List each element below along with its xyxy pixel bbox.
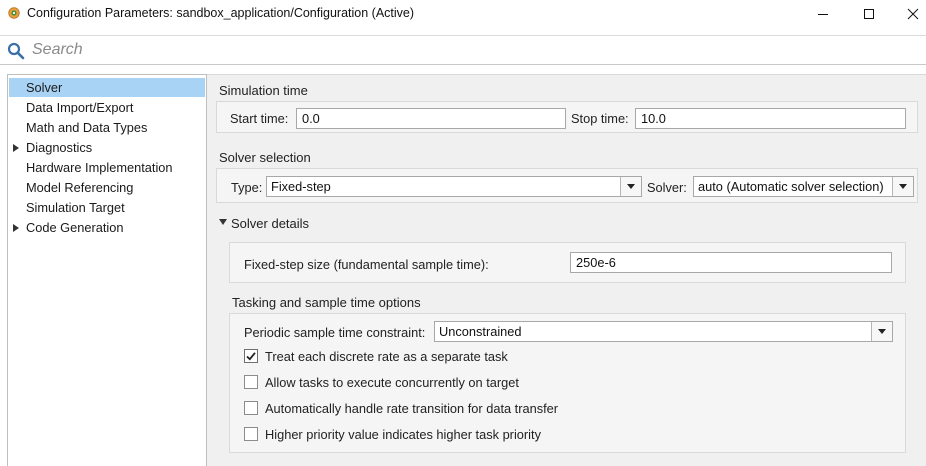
collapse-arrow-icon[interactable] — [219, 219, 227, 225]
tree-item-label: Solver — [26, 80, 63, 95]
rate-transition-checkbox[interactable] — [244, 401, 258, 415]
checkbox-label: Allow tasks to execute concurrently on t… — [265, 375, 519, 390]
tree-item-label: Model Referencing — [26, 180, 134, 195]
checkbox-label: Treat each discrete rate as a separate t… — [265, 349, 508, 364]
maximize-button[interactable] — [846, 0, 892, 28]
fixed-step-size-group: Fixed-step size (fundamental sample time… — [229, 242, 906, 283]
minimize-icon — [818, 14, 828, 15]
priority-checkbox[interactable] — [244, 427, 258, 441]
tree-item-simulation-target[interactable]: Simulation Target — [9, 198, 205, 217]
fixed-step-size-input[interactable]: 250e-6 — [570, 252, 892, 273]
expand-arrow-icon[interactable] — [13, 144, 19, 152]
tree-item-hardware-implementation[interactable]: Hardware Implementation — [9, 158, 205, 177]
search-bar — [0, 35, 926, 65]
tree-item-data-import-export[interactable]: Data Import/Export — [9, 98, 205, 117]
tree-item-code-generation[interactable]: Code Generation — [9, 218, 205, 237]
start-time-label: Start time: — [230, 111, 289, 126]
search-input[interactable] — [32, 39, 912, 61]
solver-type-dropdown[interactable]: Fixed-step — [266, 176, 642, 197]
checkmark-icon — [246, 352, 256, 361]
tree-item-model-referencing[interactable]: Model Referencing — [9, 178, 205, 197]
simulation-time-group: Start time: 0.0 Stop time: 10.0 — [216, 101, 918, 133]
solver-type-value: Fixed-step — [271, 179, 331, 194]
periodic-constraint-label: Periodic sample time constraint: — [244, 325, 426, 340]
category-tree: Solver Data Import/Export Math and Data … — [7, 74, 207, 466]
solver-selection-heading: Solver selection — [219, 150, 311, 165]
tree-item-label: Math and Data Types — [26, 120, 148, 135]
checkbox-label: Higher priority value indicates higher t… — [265, 427, 541, 442]
expand-arrow-icon[interactable] — [13, 224, 19, 232]
periodic-constraint-value: Unconstrained — [439, 324, 522, 339]
solver-label: Solver: — [647, 180, 687, 195]
periodic-constraint-dropdown[interactable]: Unconstrained — [434, 321, 893, 342]
tree-item-label: Simulation Target — [26, 200, 125, 215]
type-label: Type: — [231, 180, 263, 195]
solver-settings-panel: Simulation time Start time: 0.0 Stop tim… — [207, 74, 926, 466]
tasking-heading: Tasking and sample time options — [232, 295, 421, 310]
maximize-icon — [864, 9, 874, 19]
tree-item-label: Code Generation — [26, 220, 124, 235]
separate-task-checkbox[interactable] — [244, 349, 258, 363]
dropdown-arrow-icon[interactable] — [892, 177, 913, 196]
simulation-time-heading: Simulation time — [219, 83, 308, 98]
tree-item-math-and-data-types[interactable]: Math and Data Types — [9, 118, 205, 137]
tasking-group: Periodic sample time constraint: Unconst… — [229, 313, 906, 453]
fixed-step-size-label: Fixed-step size (fundamental sample time… — [244, 257, 489, 272]
dropdown-arrow-icon[interactable] — [620, 177, 641, 196]
stop-time-input[interactable]: 10.0 — [635, 108, 906, 129]
minimize-button[interactable] — [800, 0, 846, 28]
solver-dropdown[interactable]: auto (Automatic solver selection) — [693, 176, 914, 197]
dropdown-arrow-icon[interactable] — [871, 322, 892, 341]
search-icon[interactable] — [7, 42, 25, 60]
solver-value: auto (Automatic solver selection) — [698, 179, 884, 194]
title-bar: Configuration Parameters: sandbox_applic… — [0, 0, 926, 28]
tree-item-label: Diagnostics — [26, 140, 93, 155]
tree-item-solver[interactable]: Solver — [9, 78, 205, 97]
window-title: Configuration Parameters: sandbox_applic… — [27, 6, 415, 20]
tree-item-diagnostics[interactable]: Diagnostics — [9, 138, 205, 157]
checkbox-label: Automatically handle rate transition for… — [265, 401, 559, 416]
start-time-input[interactable]: 0.0 — [296, 108, 566, 129]
close-icon — [907, 8, 919, 20]
solver-details-heading[interactable]: Solver details — [231, 216, 309, 231]
concurrent-tasks-checkbox[interactable] — [244, 375, 258, 389]
solver-selection-group: Type: Fixed-step Solver: auto (Automatic… — [216, 168, 918, 203]
tree-item-label: Hardware Implementation — [26, 160, 173, 175]
close-button[interactable] — [890, 0, 926, 28]
simulink-gear-icon — [8, 7, 20, 19]
tree-item-label: Data Import/Export — [26, 100, 134, 115]
stop-time-label: Stop time: — [571, 111, 629, 126]
